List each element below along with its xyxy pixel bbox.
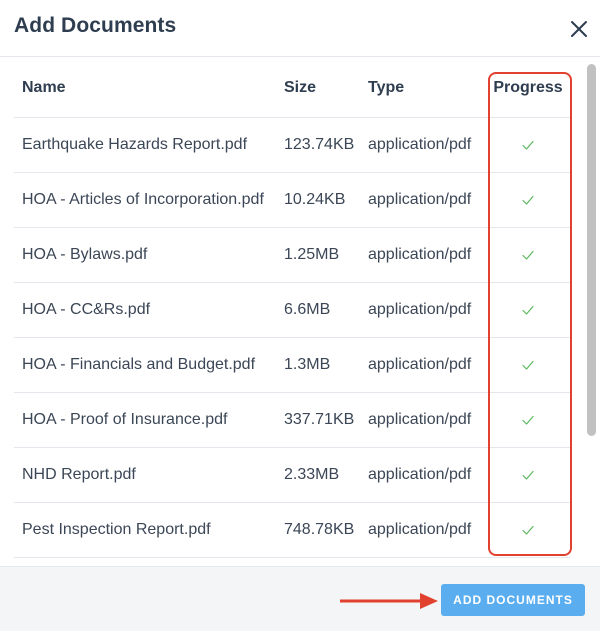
document-size: 2.33MB (276, 447, 360, 503)
column-header-size: Size (276, 59, 360, 118)
document-size: 337.71KB (276, 392, 360, 448)
document-name: HOA - Articles of Incorporation.pdf (14, 172, 276, 228)
document-name: Pest Inspection Report.pdf (14, 502, 276, 558)
table-row: NHD Report.pdf 2.33MB application/pdf (14, 447, 570, 503)
document-type: application/pdf (360, 227, 486, 283)
add-documents-dialog: Add Documents Name Size Type Progress Ea… (0, 0, 600, 631)
table-row: HOA - Proof of Insurance.pdf 337.71KB appl… (14, 392, 570, 448)
document-type: application/pdf (360, 502, 486, 558)
dialog-title: Add Documents (14, 14, 177, 37)
document-progress (486, 447, 570, 503)
check-icon (522, 305, 534, 315)
column-header-name: Name (14, 59, 276, 118)
document-progress (486, 172, 570, 228)
document-name: HOA - Bylaws.pdf (14, 227, 276, 283)
arrow-right-icon (340, 593, 438, 609)
document-name: HOA - Financials and Budget.pdf (14, 337, 276, 393)
document-size: 748.78KB (276, 502, 360, 558)
document-name: NHD Report.pdf (14, 447, 276, 503)
table-row: HOA - Articles of Incorporation.pdf 10.24… (14, 172, 570, 228)
check-icon (522, 360, 534, 370)
table-header-row: Name Size Type Progress (14, 59, 570, 118)
document-size: 6.6MB (276, 282, 360, 338)
document-size: 10.24KB (276, 172, 360, 228)
document-name: HOA - Proof of Insurance.pdf (14, 392, 276, 448)
table-row: HOA - Financials and Budget.pdf 1.3MB appl… (14, 337, 570, 393)
document-size: 123.74KB (276, 117, 360, 173)
document-progress (486, 392, 570, 448)
document-progress (486, 282, 570, 338)
documents-table: Name Size Type Progress Earthquake Hazar… (14, 59, 570, 558)
document-progress (486, 227, 570, 283)
document-progress (486, 337, 570, 393)
document-type: application/pdf (360, 282, 486, 338)
close-icon (571, 21, 587, 37)
dialog-header: Add Documents (0, 0, 600, 57)
table-row: Pest Inspection Report.pdf 748.78KB applic… (14, 502, 570, 558)
check-icon (522, 195, 534, 205)
table-row: HOA - CC&Rs.pdf 6.6MB application/pdf (14, 282, 570, 338)
check-icon (522, 140, 534, 150)
document-type: application/pdf (360, 117, 486, 173)
check-icon (522, 250, 534, 260)
document-progress (486, 117, 570, 173)
document-type: application/pdf (360, 172, 486, 228)
document-name: HOA - CC&Rs.pdf (14, 282, 276, 338)
table-row: HOA - Bylaws.pdf 1.25MB application/pdf (14, 227, 570, 283)
document-type: application/pdf (360, 447, 486, 503)
document-type: application/pdf (360, 392, 486, 448)
column-header-type: Type (360, 59, 486, 118)
document-type: application/pdf (360, 337, 486, 393)
scrollbar-thumb[interactable] (587, 64, 596, 436)
close-button[interactable] (566, 16, 592, 42)
document-size: 1.25MB (276, 227, 360, 283)
column-header-progress: Progress (486, 59, 570, 118)
document-progress (486, 502, 570, 558)
document-size: 1.3MB (276, 337, 360, 393)
check-icon (522, 415, 534, 425)
check-icon (522, 470, 534, 480)
dialog-footer: ADD DOCUMENTS (0, 566, 600, 631)
document-name: Earthquake Hazards Report.pdf (14, 117, 276, 173)
check-icon (522, 525, 534, 535)
add-documents-button[interactable]: ADD DOCUMENTS (441, 584, 585, 616)
table-row: Earthquake Hazards Report.pdf 123.74KB app… (14, 117, 570, 173)
